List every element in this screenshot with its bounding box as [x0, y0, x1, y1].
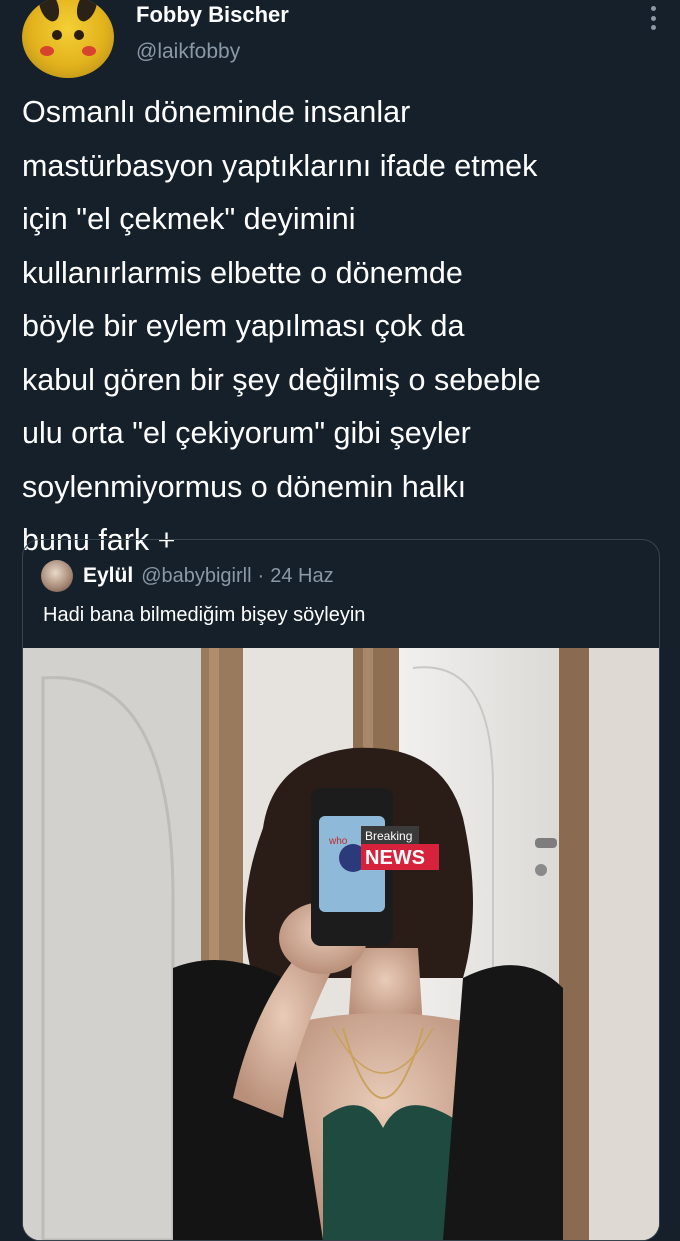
author-name[interactable]: Fobby Bischer	[136, 2, 289, 28]
avatar-eye-right	[74, 30, 84, 40]
quoted-author-avatar[interactable]	[41, 560, 73, 592]
sticker-breaking-text: Breaking	[365, 829, 412, 843]
avatar-cheek-right	[82, 46, 96, 56]
avatar-ear-right	[73, 0, 101, 25]
phone-case-text: who	[328, 836, 348, 847]
avatar-eye-left	[52, 30, 62, 40]
avatar-ear-left	[35, 0, 63, 25]
author-avatar[interactable]	[22, 0, 114, 78]
mirror-selfie-photo: who Breaking NEWS	[23, 648, 659, 1240]
quoted-tweet-date[interactable]: 24 Haz	[270, 565, 333, 588]
quoted-tweet-text: Hadi bana bilmediğim bişey söyleyin	[43, 604, 366, 626]
sticker-news-text: NEWS	[365, 847, 425, 869]
tweet-header: Fobby Bischer @laikfobby	[22, 0, 662, 80]
quoted-tweet-image[interactable]: who Breaking NEWS	[23, 648, 659, 1240]
more-dot	[650, 15, 656, 21]
more-dot	[650, 6, 656, 11]
quoted-author-name[interactable]: Eylül	[83, 564, 133, 588]
dot-separator: ·	[257, 564, 265, 587]
avatar-cheek-left	[40, 46, 54, 56]
author-handle[interactable]: @laikfobby	[136, 40, 240, 64]
quoted-author-handle[interactable]: @babybigirll	[141, 565, 251, 588]
tweet-text: Osmanlı döneminde insanlar mastürbasyon …	[22, 95, 541, 557]
quoted-tweet[interactable]: Eylül @babybigirll · 24 Haz Hadi bana bi…	[22, 539, 660, 1241]
quoted-tweet-header: Eylül @babybigirll · 24 Haz	[41, 560, 334, 592]
more-options-icon[interactable]	[648, 6, 658, 30]
more-dot	[650, 25, 656, 30]
